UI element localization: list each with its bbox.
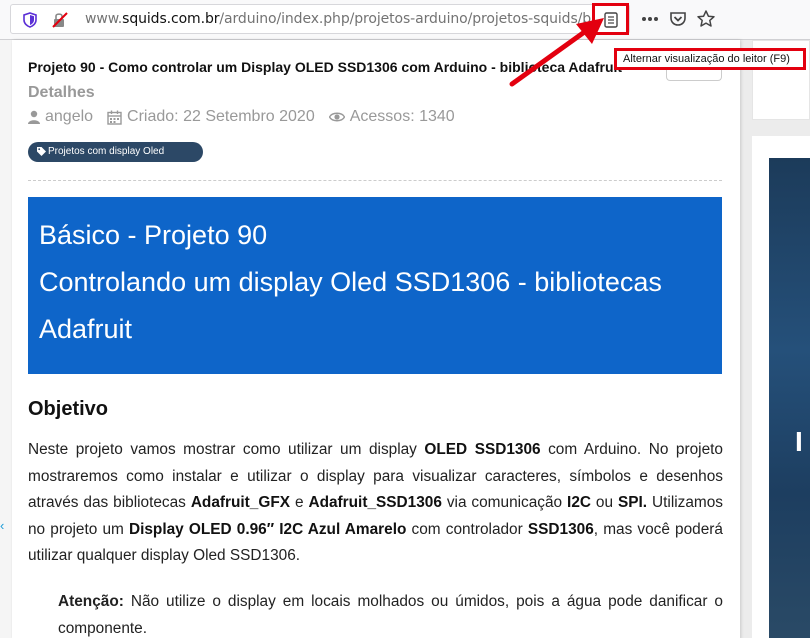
browser-toolbar: www.squids.com.br/arduino/index.php/proj… — [0, 0, 810, 40]
created-date: Criado: 22 Setembro 2020 — [127, 108, 315, 125]
para-bold: I2C — [567, 494, 591, 511]
banner-line-2: Controlando um display Oled SSD1306 - bi… — [39, 267, 662, 297]
reader-view-tooltip: Alternar visualização do leitor (F9) — [614, 48, 806, 70]
sidebar-image-text: I — [795, 426, 803, 457]
article-meta: angelo Criado: 22 Setembro 2020 Acessos:… — [28, 108, 455, 126]
eye-icon — [328, 112, 345, 122]
annotation-arrow — [509, 18, 604, 87]
banner-line-1: Básico - Projeto 90 — [39, 220, 268, 250]
project-banner: Básico - Projeto 90 Controlando um displ… — [28, 197, 722, 374]
author-name: angelo — [45, 108, 94, 125]
details-label: Detalhes — [28, 84, 95, 101]
separator — [28, 180, 722, 181]
pocket-icon[interactable] — [668, 9, 688, 29]
para-text: Neste projeto vamos mostrar como utiliza… — [28, 441, 425, 458]
left-ad-strip: ‹ — [0, 40, 12, 638]
category-tag[interactable]: Projetos com display Oled — [28, 142, 203, 162]
para-text: com controlador — [406, 520, 528, 538]
calendar-icon — [107, 110, 122, 125]
para-bold: OLED SSD1306 — [424, 441, 541, 458]
para-text: e — [290, 494, 309, 511]
shield-icon[interactable] — [23, 12, 37, 28]
url-prefix: www. — [85, 11, 123, 27]
view-count: Acessos: 1340 — [349, 108, 455, 125]
para-bold: Adafruit_SSD1306 — [308, 494, 442, 511]
objective-heading: Objetivo — [28, 398, 109, 420]
attention-note: Atenção: Não utilize o display em locais… — [58, 589, 723, 638]
user-icon — [28, 110, 40, 124]
category-tag-label: Projetos com display Oled — [48, 146, 165, 157]
tracking-blocked-icon[interactable] — [51, 11, 69, 29]
para-bold: SPI. — [617, 494, 648, 511]
page-actions-more-icon[interactable] — [640, 9, 660, 29]
para-bold: Display OLED 0.96″ I2C Azul Amarelo — [128, 520, 407, 538]
attention-label: Atenção: — [58, 593, 124, 610]
ad-chevron-icon[interactable]: ‹ — [0, 518, 10, 548]
banner-line-3: Adafruit — [39, 314, 133, 344]
bookmark-star-icon[interactable] — [696, 9, 716, 29]
para-text: ou — [591, 494, 618, 511]
objective-paragraph: Neste projeto vamos mostrar como utiliza… — [28, 437, 723, 570]
url-host: squids.com.br — [122, 11, 220, 27]
para-bold: Adafruit_GFX — [190, 494, 291, 511]
para-bold: SSD1306 — [527, 520, 594, 538]
para-text: via comunicação — [441, 494, 568, 511]
sidebar-ad-image[interactable]: I — [769, 158, 810, 638]
attention-text: Não utilize o display em locais molhados… — [58, 593, 723, 637]
tag-icon — [37, 147, 46, 156]
